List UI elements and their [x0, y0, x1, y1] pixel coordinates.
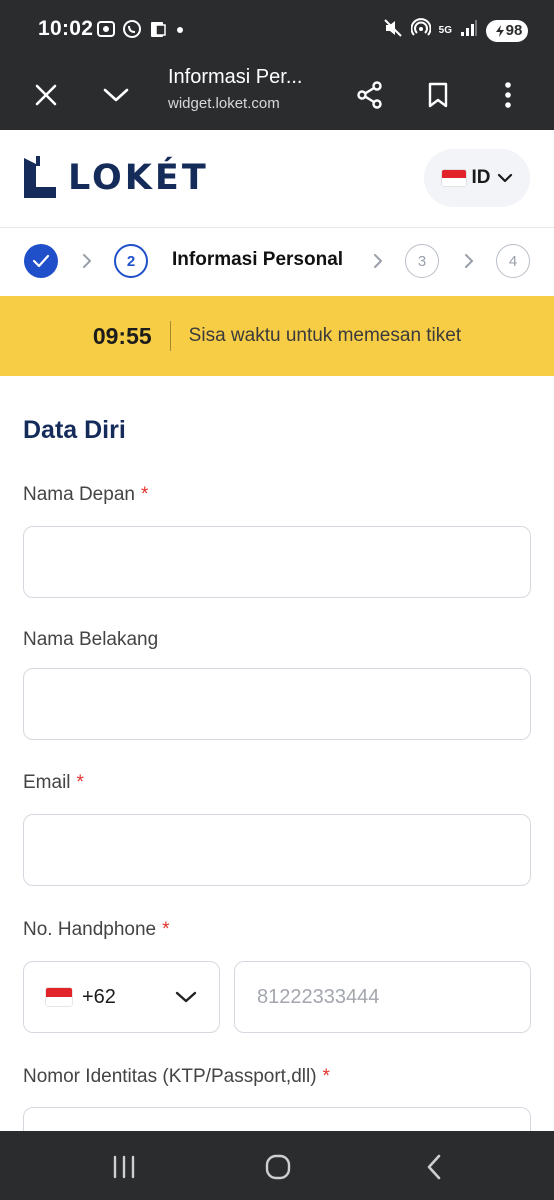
email-input[interactable] — [23, 814, 531, 886]
required-marker: * — [162, 919, 170, 940]
countdown-timer: 09:55 — [93, 321, 171, 351]
indonesia-flag-icon — [46, 988, 72, 1006]
share-icon[interactable] — [348, 73, 392, 117]
first-name-input[interactable] — [23, 526, 531, 598]
bookmark-icon[interactable] — [416, 73, 460, 117]
screenshot-icon — [96, 19, 116, 39]
status-bar: 10:02 5G 98 — [0, 0, 554, 60]
required-marker: * — [76, 772, 84, 793]
network-type: 5G — [438, 24, 452, 36]
chevron-down-icon — [497, 173, 512, 183]
back-icon[interactable] — [412, 1145, 456, 1189]
step-2-active: 2 — [114, 244, 148, 278]
mute-icon — [383, 18, 403, 43]
last-name-input[interactable] — [23, 668, 531, 740]
clipboard-icon — [148, 19, 168, 39]
home-icon[interactable] — [256, 1145, 300, 1189]
chevron-down-icon[interactable] — [94, 73, 138, 117]
status-system-icons: 5G 98 — [383, 18, 528, 43]
status-notification-icons — [96, 19, 186, 39]
system-nav-bar — [0, 1131, 554, 1200]
site-header: LOKÉT ID — [0, 130, 554, 228]
close-icon[interactable] — [24, 73, 68, 117]
browser-page-title[interactable]: Informasi Per... — [168, 66, 303, 89]
country-code-select[interactable]: +62 — [23, 961, 220, 1033]
browser-toolbar: Informasi Per... widget.loket.com — [0, 60, 554, 130]
loket-logo-mark-icon — [24, 156, 56, 198]
first-name-label: Nama Depan * — [23, 484, 149, 505]
phone-input[interactable] — [234, 961, 531, 1033]
countdown-text: Sisa waktu untuk memesan tiket — [188, 325, 462, 346]
email-label: Email * — [23, 772, 84, 793]
chevron-right-icon — [83, 254, 91, 268]
logo-text: LOKÉT — [68, 158, 209, 198]
step-3: 3 — [405, 244, 439, 278]
indonesia-flag-icon — [441, 170, 466, 186]
step-current-label: Informasi Personal — [172, 249, 344, 270]
battery-icon: 98 — [486, 19, 528, 42]
last-name-label: Nama Belakang — [23, 629, 159, 650]
language-code: ID — [471, 167, 491, 188]
chevron-right-icon — [374, 254, 382, 268]
hotspot-icon — [410, 18, 432, 43]
chevron-down-icon — [175, 991, 197, 1003]
whatsapp-icon — [122, 19, 142, 39]
recents-icon[interactable] — [102, 1145, 146, 1189]
step-1-completed — [24, 244, 58, 278]
identity-label: Nomor Identitas (KTP/Passport,dll) * — [23, 1066, 330, 1087]
signal-icon — [460, 19, 478, 42]
battery-level: 98 — [505, 22, 523, 39]
loket-logo[interactable]: LOKÉT — [22, 156, 209, 200]
status-time: 10:02 — [38, 17, 94, 40]
section-title: Data Diri — [23, 416, 126, 444]
step-4: 4 — [496, 244, 530, 278]
phone-label: No. Handphone * — [23, 919, 170, 940]
required-marker: * — [322, 1066, 330, 1087]
dot-icon — [174, 19, 186, 39]
language-selector[interactable]: ID — [424, 149, 530, 207]
browser-url[interactable]: widget.loket.com — [168, 95, 280, 112]
checkout-stepper: 2 Informasi Personal 3 4 — [0, 228, 554, 296]
more-vertical-icon[interactable] — [486, 73, 530, 117]
countdown-banner: 09:55 Sisa waktu untuk memesan tiket — [0, 296, 554, 376]
checkmark-icon — [32, 254, 50, 268]
required-marker: * — [140, 484, 149, 505]
chevron-right-icon — [465, 254, 473, 268]
country-code-value: +62 — [82, 985, 116, 1008]
